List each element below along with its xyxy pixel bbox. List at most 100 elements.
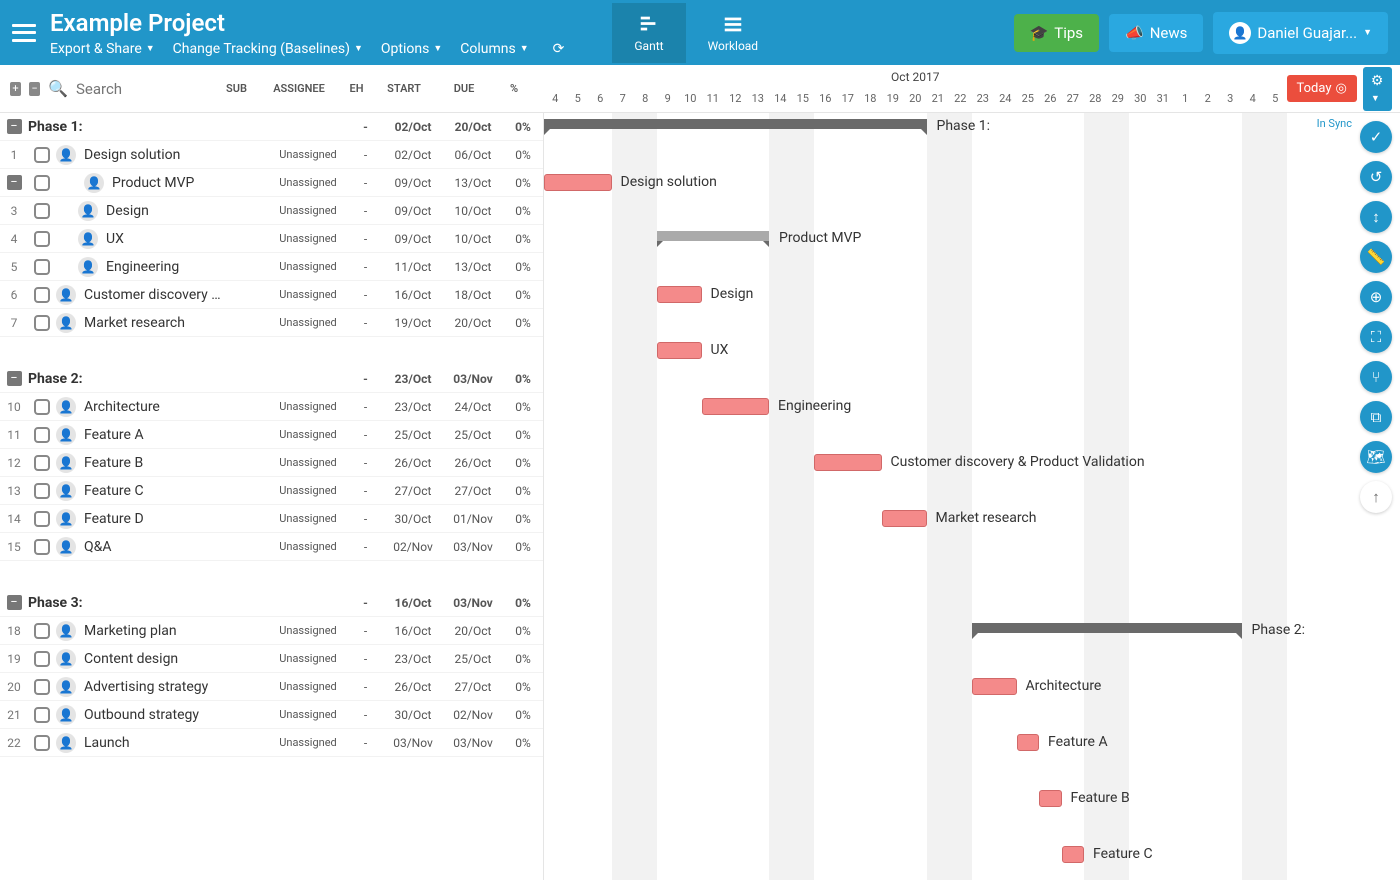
- phase-bar[interactable]: Product MVP: [657, 231, 770, 241]
- task-checkbox[interactable]: [34, 455, 50, 471]
- search-input[interactable]: [76, 80, 206, 98]
- task-checkbox[interactable]: [34, 259, 50, 275]
- col-header-pct[interactable]: %: [494, 82, 534, 95]
- fab-branch-icon[interactable]: ⑂: [1360, 361, 1392, 393]
- tab-gantt[interactable]: Gantt: [612, 3, 685, 63]
- megaphone-icon: 📣: [1125, 24, 1144, 42]
- assignee-icon[interactable]: 👤: [56, 425, 76, 445]
- assignee-icon[interactable]: 👤: [56, 621, 76, 641]
- task-bar[interactable]: Engineering: [702, 398, 770, 415]
- assignee-icon[interactable]: 👤: [56, 453, 76, 473]
- user-menu[interactable]: 👤Daniel Guajar...▼: [1213, 12, 1388, 54]
- assignee-icon[interactable]: 👤: [56, 733, 76, 753]
- task-name[interactable]: Feature D: [84, 511, 223, 527]
- collapse-button[interactable]: −: [7, 371, 22, 386]
- assignee-icon[interactable]: 👤: [78, 201, 98, 221]
- workload-icon: [722, 13, 744, 35]
- task-checkbox[interactable]: [34, 623, 50, 639]
- col-header-start[interactable]: START: [374, 82, 434, 95]
- collapse-button[interactable]: −: [7, 595, 22, 610]
- assignee-icon[interactable]: 👤: [56, 481, 76, 501]
- gantt-chart[interactable]: In Sync ✓ ↺ ↕ 📏 ⊕ ⛶ ⑂ ⧉ 🗺 ↑ Phase 1:Desi…: [544, 113, 1400, 880]
- assignee-icon[interactable]: 👤: [56, 705, 76, 725]
- assignee-icon[interactable]: 👤: [56, 509, 76, 529]
- task-name[interactable]: Advertising strategy: [84, 679, 223, 695]
- task-bar[interactable]: Feature A: [1017, 734, 1040, 751]
- remove-row-button[interactable]: −: [29, 82, 40, 96]
- options-menu[interactable]: Options▼: [381, 41, 442, 57]
- task-checkbox[interactable]: [34, 511, 50, 527]
- task-checkbox[interactable]: [34, 175, 50, 191]
- task-bar[interactable]: Market research: [882, 510, 927, 527]
- menu-icon[interactable]: [12, 24, 36, 42]
- task-bar[interactable]: Architecture: [972, 678, 1017, 695]
- assignee-icon[interactable]: 👤: [56, 145, 76, 165]
- assignee-icon[interactable]: 👤: [56, 537, 76, 557]
- task-name[interactable]: Product MVP: [112, 175, 223, 191]
- task-name[interactable]: Architecture: [84, 399, 223, 415]
- bar-label: Design: [711, 286, 754, 302]
- task-name[interactable]: Customer discovery & ...: [84, 287, 223, 303]
- columns-menu[interactable]: Columns▼: [460, 41, 528, 57]
- task-name[interactable]: Outbound strategy: [84, 707, 223, 723]
- task-checkbox[interactable]: [34, 399, 50, 415]
- task-name[interactable]: Marketing plan: [84, 623, 223, 639]
- today-button[interactable]: Today◎: [1287, 75, 1357, 102]
- tips-button[interactable]: 🎓Tips: [1014, 14, 1099, 52]
- task-checkbox[interactable]: [34, 147, 50, 163]
- tracking-menu[interactable]: Change Tracking (Baselines)▼: [173, 41, 363, 57]
- assignee-icon[interactable]: 👤: [84, 173, 104, 193]
- task-checkbox[interactable]: [34, 287, 50, 303]
- assignee-icon[interactable]: 👤: [56, 677, 76, 697]
- collapse-button[interactable]: −: [7, 119, 22, 134]
- task-name[interactable]: Design: [106, 203, 223, 219]
- tab-workload[interactable]: Workload: [686, 3, 781, 63]
- task-checkbox[interactable]: [34, 679, 50, 695]
- task-name[interactable]: Feature A: [84, 427, 223, 443]
- col-header-assignee[interactable]: ASSIGNEE: [259, 82, 339, 95]
- task-checkbox[interactable]: [34, 707, 50, 723]
- task-checkbox[interactable]: [34, 735, 50, 751]
- phase-name[interactable]: Phase 3:: [28, 595, 223, 611]
- task-name[interactable]: UX: [106, 231, 223, 247]
- task-name[interactable]: Market research: [84, 315, 223, 331]
- task-bar[interactable]: Design: [657, 286, 702, 303]
- task-name[interactable]: Content design: [84, 651, 223, 667]
- add-row-button[interactable]: +: [10, 82, 21, 96]
- task-checkbox[interactable]: [34, 203, 50, 219]
- export-menu[interactable]: Export & Share▼: [50, 41, 155, 57]
- task-bar[interactable]: Feature B: [1039, 790, 1062, 807]
- phase-bar[interactable]: Phase 1:: [544, 119, 927, 129]
- task-bar[interactable]: Customer discovery & Product Validation: [814, 454, 882, 471]
- assignee-icon[interactable]: 👤: [78, 257, 98, 277]
- col-header-due[interactable]: DUE: [434, 82, 494, 95]
- col-header-sub[interactable]: SUB: [214, 82, 259, 95]
- phase-name[interactable]: Phase 1:: [28, 119, 223, 135]
- assignee-icon[interactable]: 👤: [78, 229, 98, 249]
- assignee-icon[interactable]: 👤: [56, 649, 76, 669]
- col-header-eh[interactable]: EH: [339, 82, 374, 95]
- task-bar[interactable]: Feature C: [1062, 846, 1085, 863]
- phase-bar[interactable]: Phase 2:: [972, 623, 1242, 633]
- settings-button[interactable]: ⚙ ▼: [1363, 67, 1392, 111]
- task-name[interactable]: Engineering: [106, 259, 223, 275]
- task-name[interactable]: Feature C: [84, 483, 223, 499]
- news-button[interactable]: 📣News: [1109, 14, 1203, 52]
- task-checkbox[interactable]: [34, 315, 50, 331]
- task-name[interactable]: Feature B: [84, 455, 223, 471]
- task-name[interactable]: Launch: [84, 735, 223, 751]
- assignee-icon[interactable]: 👤: [56, 397, 76, 417]
- collapse-button[interactable]: −: [7, 175, 22, 190]
- task-checkbox[interactable]: [34, 231, 50, 247]
- task-bar[interactable]: Design solution: [544, 174, 612, 191]
- task-checkbox[interactable]: [34, 651, 50, 667]
- task-checkbox[interactable]: [34, 483, 50, 499]
- refresh-icon[interactable]: ⟳: [553, 41, 565, 57]
- task-checkbox[interactable]: [34, 427, 50, 443]
- task-name[interactable]: Q&A: [84, 539, 223, 555]
- task-name[interactable]: Design solution: [84, 147, 223, 163]
- task-checkbox[interactable]: [34, 539, 50, 555]
- phase-name[interactable]: Phase 2:: [28, 371, 223, 387]
- assignee-icon[interactable]: 👤: [56, 313, 76, 333]
- assignee-icon[interactable]: 👤: [56, 285, 76, 305]
